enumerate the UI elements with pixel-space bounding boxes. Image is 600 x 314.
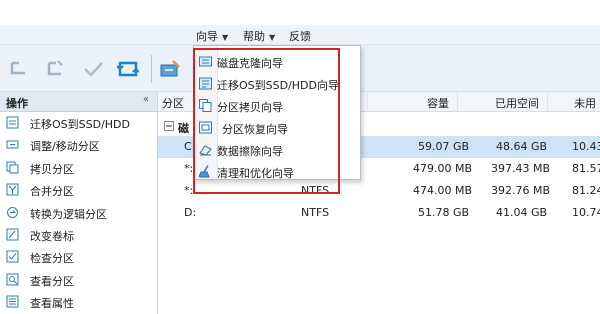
partition-copy-icon xyxy=(199,99,212,112)
menu-item-disk-clone[interactable]: 磁盘克隆向导 xyxy=(194,51,360,72)
wizard-icon[interactable] xyxy=(159,59,181,79)
cleanup-icon xyxy=(199,165,210,178)
convert-icon xyxy=(7,206,18,218)
menu-item-data-wipe[interactable]: 数据擦除向导 xyxy=(194,139,360,160)
sidebar-title: 操作 xyxy=(6,97,28,110)
toolbar-separator xyxy=(151,55,152,83)
sidebar-item-resize-partition[interactable]: 调整/移动分区 xyxy=(0,134,157,156)
migrate-os-icon xyxy=(199,77,212,90)
copy-icon xyxy=(6,161,19,174)
collapse-box-icon[interactable] xyxy=(164,121,174,131)
sidebar-item-change-label[interactable]: 改变卷标 xyxy=(0,224,157,246)
menu-item-cleanup[interactable]: 清理和优化向导 xyxy=(194,161,360,182)
sidebar-header: 操作 « xyxy=(0,92,157,112)
view-icon xyxy=(6,273,19,286)
sidebar-item-view-properties[interactable]: 查看属性 xyxy=(0,291,157,313)
resize-icon xyxy=(6,140,19,149)
data-wipe-icon xyxy=(199,145,212,156)
apply-icon[interactable] xyxy=(82,59,104,79)
chevron-down-icon: ▼ xyxy=(269,33,276,42)
sidebar-item-check-partition[interactable]: 检查分区 xyxy=(0,246,157,268)
sidebar-item-view-partition[interactable]: 查看分区 xyxy=(0,269,157,291)
sidebar-item-migrate-os[interactable]: 迁移OS到SSD/HDD xyxy=(0,112,157,134)
migrate-icon xyxy=(6,116,19,129)
sidebar-item-copy-partition[interactable]: 拷贝分区 xyxy=(0,157,157,179)
menu-help[interactable]: 帮助 ▼ xyxy=(243,28,275,44)
table-row[interactable]: *: NTFS 474.00 MB 392.76 MB 81.24 xyxy=(158,180,600,202)
menu-item-partition-recovery[interactable]: 分区恢复向导 xyxy=(194,117,360,138)
menu-item-migrate-os[interactable]: 迁移OS到SSD/HDD向导 xyxy=(194,73,360,94)
label-icon xyxy=(6,228,19,241)
sidebar-item-convert-logical[interactable]: 转换为逻辑分区 xyxy=(0,202,157,224)
title-strip xyxy=(0,0,600,25)
merge-icon xyxy=(6,183,19,196)
collapse-icon[interactable]: « xyxy=(143,94,149,105)
chevron-down-icon: ▼ xyxy=(222,33,229,42)
disk-clone-icon xyxy=(199,56,212,67)
column-header-used[interactable]: 已用空间 xyxy=(458,92,548,112)
table-row[interactable]: D: NTFS 51.78 GB 41.04 GB 10.74 xyxy=(158,202,600,224)
properties-icon xyxy=(6,295,19,308)
column-header-unused[interactable]: 未用 xyxy=(548,92,600,112)
menu-feedback[interactable]: 反馈 xyxy=(289,28,311,44)
column-header-capacity[interactable]: 容量 xyxy=(368,92,458,112)
wizard-dropdown-menu: 磁盘克隆向导 迁移OS到SSD/HDD向导 分区拷贝向导 分区恢复向导 数据擦除… xyxy=(193,45,361,180)
refresh-icon[interactable] xyxy=(116,59,140,79)
redo-icon[interactable] xyxy=(44,59,66,79)
partition-recovery-icon xyxy=(199,121,212,134)
operations-sidebar: 操作 « 迁移OS到SSD/HDD 调整/移动分区 拷贝分区 合并分区 转换为逻… xyxy=(0,92,158,314)
sidebar-item-merge-partition[interactable]: 合并分区 xyxy=(0,179,157,201)
menu-wizard[interactable]: 向导 ▼ xyxy=(196,28,228,44)
undo-icon[interactable] xyxy=(8,59,30,79)
check-icon xyxy=(6,250,19,263)
menu-item-partition-copy[interactable]: 分区拷贝向导 xyxy=(194,95,360,116)
menu-bar: 向导 ▼ 帮助 ▼ 反馈 xyxy=(0,25,600,45)
